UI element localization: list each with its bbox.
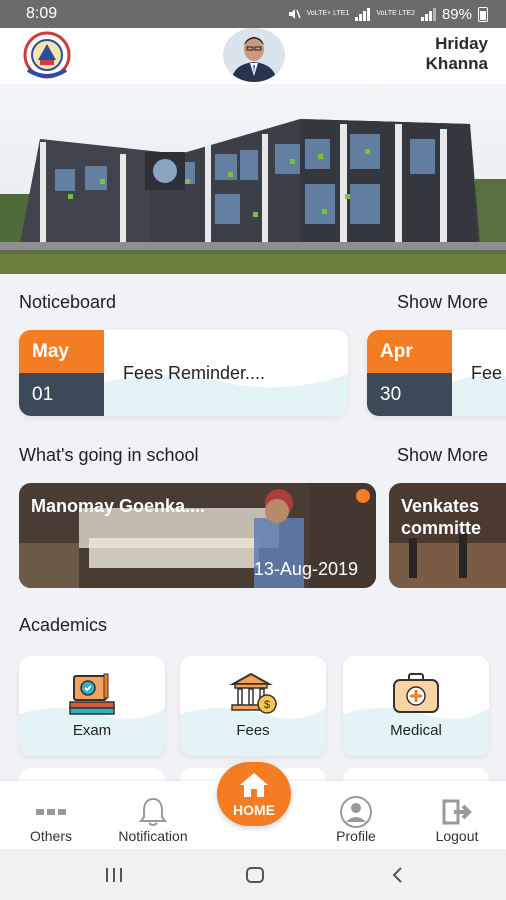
notice-day: 30	[367, 373, 452, 416]
exam-icon	[69, 673, 115, 715]
status-time: 8:09	[26, 5, 58, 22]
nav-notification[interactable]: Notification	[103, 781, 203, 849]
battery-icon	[478, 6, 488, 22]
status-icons: VoLTE+ LTE1 VoLTE LTE2 89%	[287, 6, 488, 23]
fees-label: Fees	[236, 722, 270, 739]
svg-text:$: $	[264, 699, 270, 711]
home-label: HOME	[233, 802, 275, 818]
nav-others[interactable]: Others	[1, 781, 101, 849]
event-date: 13-Aug-2019	[253, 559, 358, 579]
medical-card[interactable]: Medical	[343, 656, 489, 756]
noticeboard-show-more-link[interactable]: Show More	[397, 292, 488, 313]
event-title: Venkates committe	[401, 496, 482, 538]
events-title: What's going in school	[19, 445, 199, 465]
school-crest-icon[interactable]	[18, 30, 76, 80]
home-button[interactable]: HOME	[217, 762, 291, 826]
nav-others-label: Others	[29, 828, 72, 844]
avatar[interactable]	[223, 28, 285, 82]
notice-day: 01	[19, 373, 104, 416]
notice-text: Fees Reminder....	[123, 363, 266, 383]
nav-notification-label: Notification	[118, 828, 188, 844]
mute-icon	[288, 9, 301, 19]
system-navigation-bar	[0, 850, 506, 900]
fees-card[interactable]: $ Fees	[180, 656, 326, 756]
medical-label: Medical	[390, 722, 442, 739]
notice-month: Apr	[367, 330, 452, 373]
notice-text: Fee	[471, 363, 503, 383]
event-indicator-dot	[356, 489, 370, 503]
nav-profile[interactable]: Profile	[306, 781, 406, 849]
battery-percent: 89%	[441, 5, 472, 23]
notice-card[interactable]: May 01 Fees Reminder....	[19, 330, 348, 416]
app-header: Hriday Khanna	[0, 28, 506, 84]
user-first-name: Hriday	[435, 34, 488, 53]
nav-logout[interactable]: Logout	[407, 781, 506, 849]
academics-title: Academics	[19, 615, 108, 635]
signal-icon	[355, 7, 371, 21]
home-icon	[240, 773, 268, 797]
signal-icon	[420, 7, 436, 21]
sim2-label: VoLTE LTE2	[376, 10, 415, 17]
nav-profile-label: Profile	[336, 828, 376, 844]
user-last-name: Khanna	[425, 54, 488, 73]
recent-apps-icon[interactable]	[104, 867, 124, 883]
bell-icon	[139, 797, 167, 826]
fees-icon: $	[229, 672, 277, 714]
notice-date: Apr 30	[367, 330, 452, 416]
logout-icon	[442, 799, 472, 825]
notice-month: May	[19, 330, 104, 373]
more-dots-icon	[36, 809, 66, 815]
events-show-more-link[interactable]: Show More	[397, 445, 488, 466]
exam-label: Exam	[72, 722, 112, 739]
home-system-icon[interactable]	[245, 866, 265, 884]
exam-card[interactable]: Exam	[19, 656, 165, 756]
sim1-label: VoLTE+ LTE1	[306, 10, 350, 17]
event-title: Manomay Goenka....	[31, 496, 206, 516]
user-name: Hriday Khanna	[426, 34, 488, 74]
nav-logout-label: Logout	[435, 828, 479, 844]
school-banner-image	[0, 84, 506, 274]
event-card[interactable]: Manomay Goenka.... 13-Aug-2019	[19, 483, 376, 588]
back-icon[interactable]	[390, 866, 404, 884]
notice-date: May 01	[19, 330, 104, 416]
profile-icon	[340, 796, 372, 828]
medical-icon	[393, 673, 439, 713]
event-card[interactable]: Venkates committe	[389, 483, 506, 588]
notice-card[interactable]: Apr 30 Fee	[367, 330, 506, 416]
noticeboard-title: Noticeboard	[19, 292, 117, 312]
status-bar: 8:09 VoLTE+ LTE1 VoLTE LTE2 89%	[0, 0, 506, 28]
